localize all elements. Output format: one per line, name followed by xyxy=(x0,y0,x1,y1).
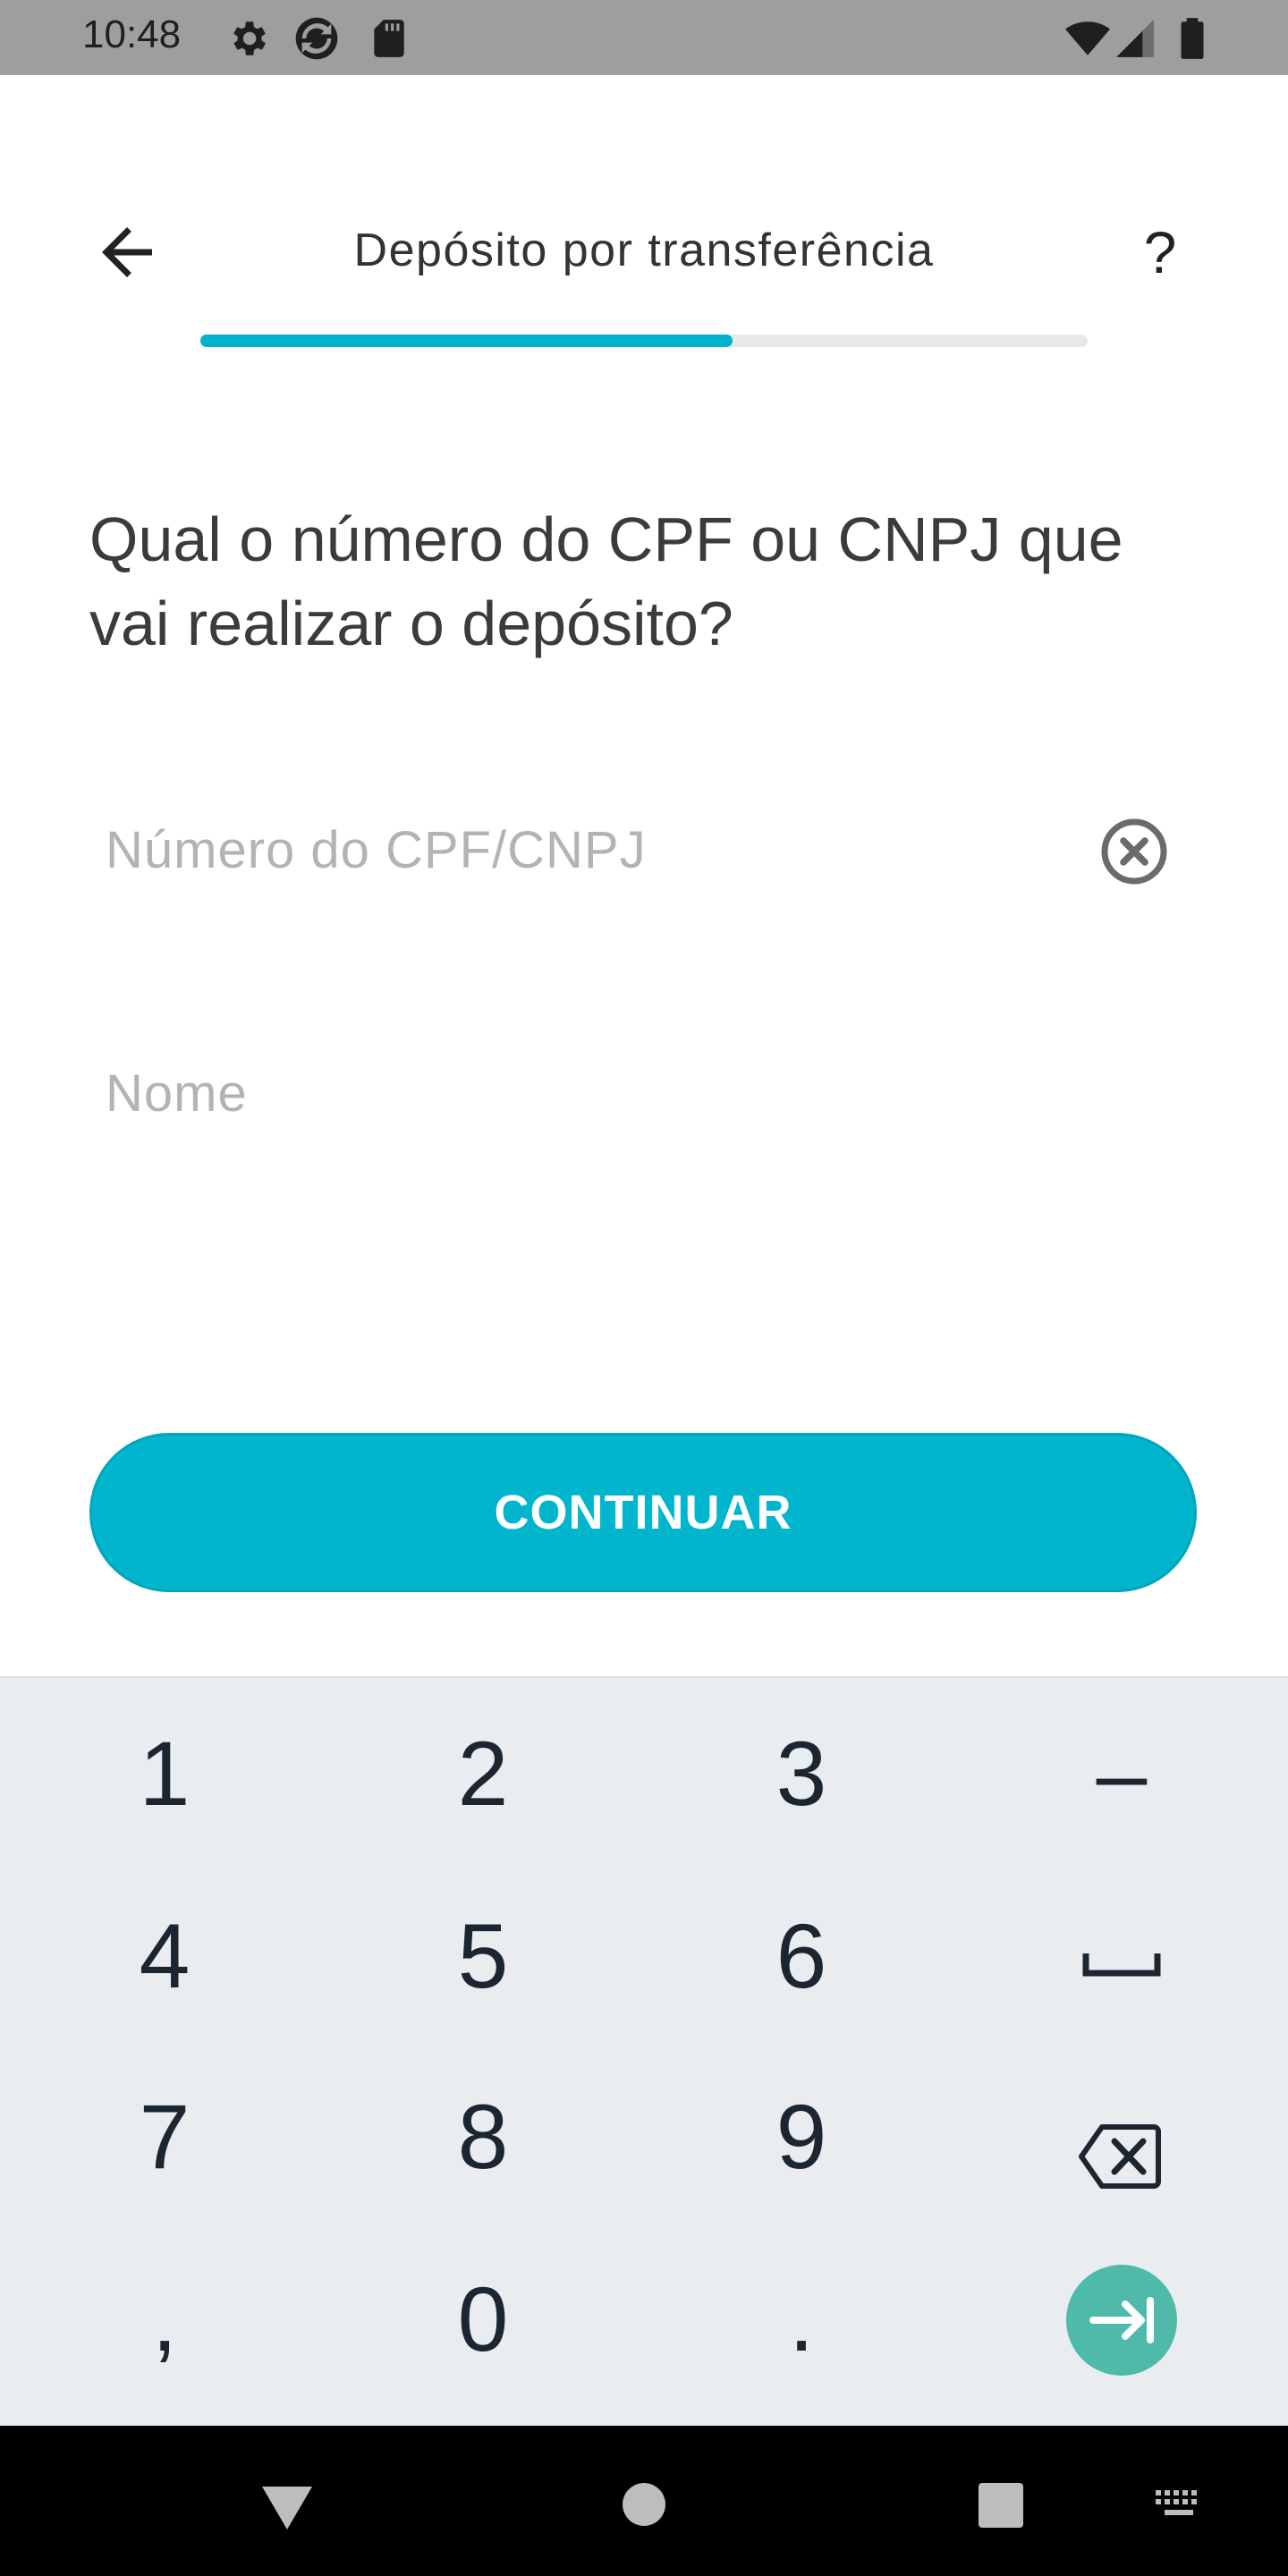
key-7[interactable]: 7 xyxy=(30,2052,299,2222)
key-dash[interactable]: – xyxy=(987,1689,1256,1859)
wifi-icon xyxy=(1065,21,1110,55)
progress-bar xyxy=(200,335,1088,347)
numeric-keyboard: 1 2 3 – 4 5 6 7 8 9 , 0 . xyxy=(0,1676,1288,2426)
sd-card-icon xyxy=(374,20,404,57)
key-4[interactable]: 4 xyxy=(30,1871,299,2041)
key-comma[interactable]: , xyxy=(30,2234,299,2404)
key-3[interactable]: 3 xyxy=(667,1689,936,1859)
key-6[interactable]: 6 xyxy=(667,1871,936,2041)
sync-icon xyxy=(295,17,338,60)
page-title: Depósito por transferência xyxy=(353,225,935,276)
clear-icon[interactable] xyxy=(1098,816,1170,887)
progress-fill xyxy=(200,335,733,347)
gear-icon xyxy=(233,21,266,55)
key-8[interactable]: 8 xyxy=(349,2052,617,2222)
space-key-icon[interactable] xyxy=(1079,1950,1165,1986)
recents-nav-icon[interactable] xyxy=(977,2481,1025,2529)
document-field[interactable] xyxy=(89,796,1199,903)
status-bar: 10:48 xyxy=(0,0,1288,75)
status-time: 10:48 xyxy=(82,13,182,56)
key-9[interactable]: 9 xyxy=(667,2052,936,2222)
question-text: Qual o número do CPF ou CNPJ que vai rea… xyxy=(89,504,1123,658)
key-period[interactable]: . xyxy=(667,2234,936,2404)
keyboard-switch-icon[interactable] xyxy=(1154,2488,1204,2521)
continue-button[interactable]: CONTINUAR xyxy=(89,1433,1197,1592)
key-5[interactable]: 5 xyxy=(349,1871,617,2041)
backspace-icon[interactable] xyxy=(1077,2122,1163,2191)
key-2[interactable]: 2 xyxy=(349,1689,617,1859)
back-nav-icon[interactable] xyxy=(259,2483,315,2533)
cell-signal-icon xyxy=(1116,20,1154,57)
key-0[interactable]: 0 xyxy=(349,2234,617,2404)
name-input[interactable] xyxy=(89,1039,1199,1147)
home-nav-icon[interactable] xyxy=(621,2481,667,2528)
tab-next-icon xyxy=(1089,2297,1154,2343)
key-1[interactable]: 1 xyxy=(30,1689,299,1859)
document-input[interactable] xyxy=(89,796,1199,903)
enter-key[interactable] xyxy=(1066,2265,1177,2376)
help-button[interactable]: ? xyxy=(1129,215,1191,290)
navigation-bar xyxy=(0,2426,1288,2576)
battery-icon xyxy=(1181,18,1204,59)
name-field[interactable] xyxy=(89,1039,1199,1147)
